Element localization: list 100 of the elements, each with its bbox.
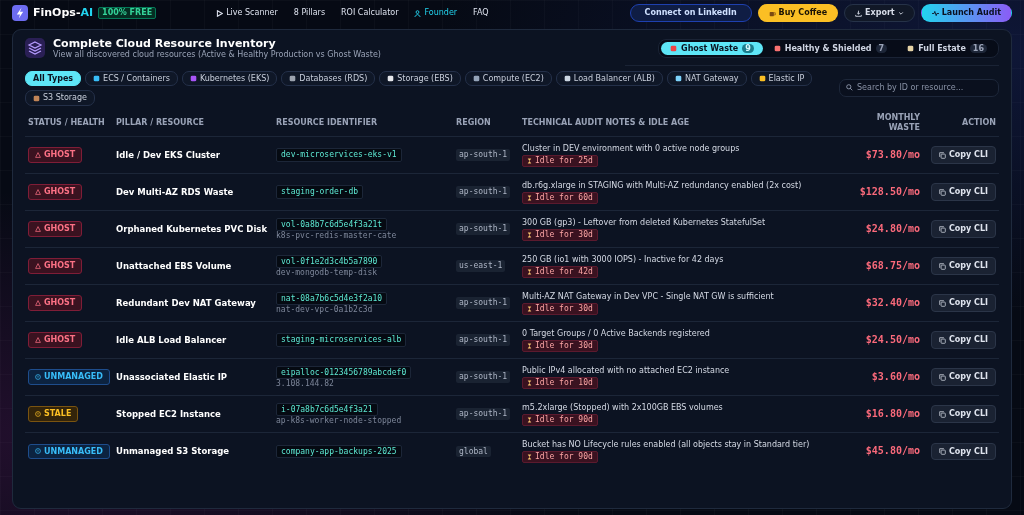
- card-title: Complete Cloud Resource Inventory: [53, 37, 276, 51]
- filter-chip[interactable]: Databases (RDS): [281, 70, 376, 87]
- filter-chip[interactable]: ECS / Containers: [85, 70, 178, 87]
- hourglass-icon: [527, 268, 532, 275]
- search-icon: [846, 84, 853, 92]
- filter-chip[interactable]: Elastic IP: [750, 70, 813, 87]
- hourglass-icon: [527, 342, 532, 349]
- audit-note: db.r6g.xlarge in STAGING with Multi-AZ redundancy enabled (2x cost): [522, 180, 803, 191]
- resource-id: staging-microservices-alb: [276, 333, 407, 347]
- resource-name: Idle ALB Load Balancer: [116, 335, 228, 346]
- nav-link[interactable]: FAQ: [473, 8, 489, 18]
- copy-button[interactable]: Copy CLI: [930, 183, 996, 201]
- region-tag: us-east-1: [456, 260, 506, 272]
- waste-amount: $45.80/mo: [864, 445, 920, 458]
- status-badge: GHOST: [28, 295, 83, 311]
- column-header: MONTHLY WASTE: [849, 109, 923, 137]
- region-tag: ap-south-1: [456, 297, 511, 309]
- filter-chip[interactable]: NAT Gateway: [666, 70, 747, 87]
- idle-age-tag: Idle for 60d: [522, 192, 598, 204]
- linkedin-button[interactable]: Connect on LinkedIn: [629, 4, 752, 22]
- audit-note: Cluster in DEV environment with 0 active node groups: [522, 143, 741, 154]
- count-badge: 16: [969, 43, 987, 54]
- region-tag: ap-south-1: [456, 334, 511, 346]
- filter-chip[interactable]: Compute (EC2): [464, 70, 552, 87]
- hourglass-icon: [527, 305, 532, 312]
- copy-button[interactable]: Copy CLI: [930, 146, 996, 164]
- waste-amount: $3.60/mo: [870, 371, 920, 384]
- copy-button[interactable]: Copy CLI: [930, 257, 996, 275]
- caret-icon: [897, 10, 904, 16]
- status-badge: GHOST: [28, 147, 83, 163]
- warning-icon: [35, 337, 41, 344]
- export-button[interactable]: Export: [844, 4, 915, 22]
- resource-alias: 3.108.144.82: [276, 379, 335, 389]
- status-badge: GHOST: [28, 332, 83, 348]
- filter-chip[interactable]: Load Balancer (ALB): [555, 70, 663, 87]
- region-tag: ap-south-1: [456, 223, 511, 235]
- info-icon: [35, 448, 41, 455]
- nav-link[interactable]: ROI Calculator: [341, 8, 399, 18]
- count-badge: 9: [742, 43, 754, 54]
- info-icon: [35, 411, 41, 418]
- filter-chip[interactable]: All Types: [25, 70, 82, 87]
- resource-name: Unattached EBS Volume: [116, 261, 233, 272]
- idle-age-tag: Idle for 90d: [522, 414, 598, 426]
- view-tab[interactable]: Ghost Waste 9: [661, 41, 763, 56]
- idle-age-tag: Idle for 90d: [522, 451, 598, 463]
- launch-button[interactable]: Launch Audit: [920, 4, 1012, 22]
- hourglass-icon: [527, 416, 532, 423]
- resource-id: nat-08a7b6c5d4e3f2a10: [276, 291, 388, 306]
- copy-button[interactable]: Copy CLI: [930, 220, 996, 238]
- nav-link[interactable]: 8 Pillars: [293, 8, 326, 18]
- copy-button[interactable]: Copy CLI: [930, 442, 996, 461]
- coffee-button[interactable]: Buy Coffee: [757, 4, 839, 22]
- copy-button[interactable]: Copy CLI: [930, 331, 996, 349]
- copy-button[interactable]: Copy CLI: [930, 294, 996, 312]
- tile-icon: [674, 75, 682, 83]
- column-header: RESOURCE IDENTIFIER: [273, 109, 453, 137]
- filter-chip[interactable]: S3 Storage: [25, 90, 95, 106]
- region-tag: global: [456, 445, 491, 458]
- card-subtitle: View all discovered cloud resources (Active & Healthy Production vs Ghost Waste): [53, 50, 381, 60]
- waste-amount: $73.80/mo: [864, 149, 920, 162]
- warning-icon: [35, 152, 41, 159]
- tile-icon: [289, 75, 297, 83]
- copy-icon: [938, 188, 946, 196]
- region-tag: ap-south-1: [456, 408, 511, 420]
- resource-id: vol-0f1e2d3c4b5a7890: [276, 254, 383, 269]
- view-tab[interactable]: Healthy & Shielded 7: [764, 41, 897, 56]
- search-field[interactable]: Search by ID or resource...: [839, 78, 999, 97]
- filter-chip[interactable]: Kubernetes (EKS): [181, 70, 278, 87]
- waste-amount: $24.50/mo: [864, 334, 920, 347]
- filter-chip[interactable]: Storage (EBS): [379, 70, 461, 87]
- download-icon: [855, 9, 863, 17]
- play-icon: [216, 9, 224, 17]
- view-tab[interactable]: Full Estate 16: [898, 41, 996, 56]
- hourglass-icon: [527, 194, 532, 201]
- tile-icon: [93, 75, 101, 83]
- region-tag: ap-south-1: [456, 371, 511, 383]
- nav-link[interactable]: Live Scanner: [216, 8, 278, 18]
- waste-amount: $24.80/mo: [864, 223, 920, 236]
- count-badge: 7: [875, 43, 888, 54]
- hourglass-icon: [527, 379, 532, 386]
- copy-icon: [938, 336, 946, 344]
- resource-name: Stopped EC2 Instance: [116, 409, 222, 420]
- waste-amount: $128.50/mo: [858, 186, 920, 199]
- hourglass-icon: [527, 454, 532, 461]
- warning-icon: [35, 226, 41, 233]
- audit-note: 250 GB (io1 with 3000 IOPS) - Inactive for 42 days: [522, 254, 725, 265]
- copy-button[interactable]: Copy CLI: [930, 368, 996, 386]
- tile-icon: [758, 75, 766, 83]
- copy-button[interactable]: Copy CLI: [930, 405, 996, 423]
- lightning-icon: [12, 5, 28, 21]
- resource-name: Idle / Dev EKS Cluster: [116, 150, 222, 161]
- brand-name: FinOps-AI: [33, 6, 94, 20]
- idle-age-tag: Idle for 30d: [522, 303, 598, 315]
- hourglass-icon: [527, 157, 532, 164]
- nav-link[interactable]: Founder: [414, 8, 458, 18]
- warning-icon: [35, 189, 41, 196]
- idle-age-tag: Idle for 30d: [522, 229, 598, 241]
- status-badge: GHOST: [28, 184, 83, 200]
- tile-icon: [387, 75, 395, 83]
- resource-id: vol-0a8b7c6d5e4f3a21t: [276, 217, 388, 232]
